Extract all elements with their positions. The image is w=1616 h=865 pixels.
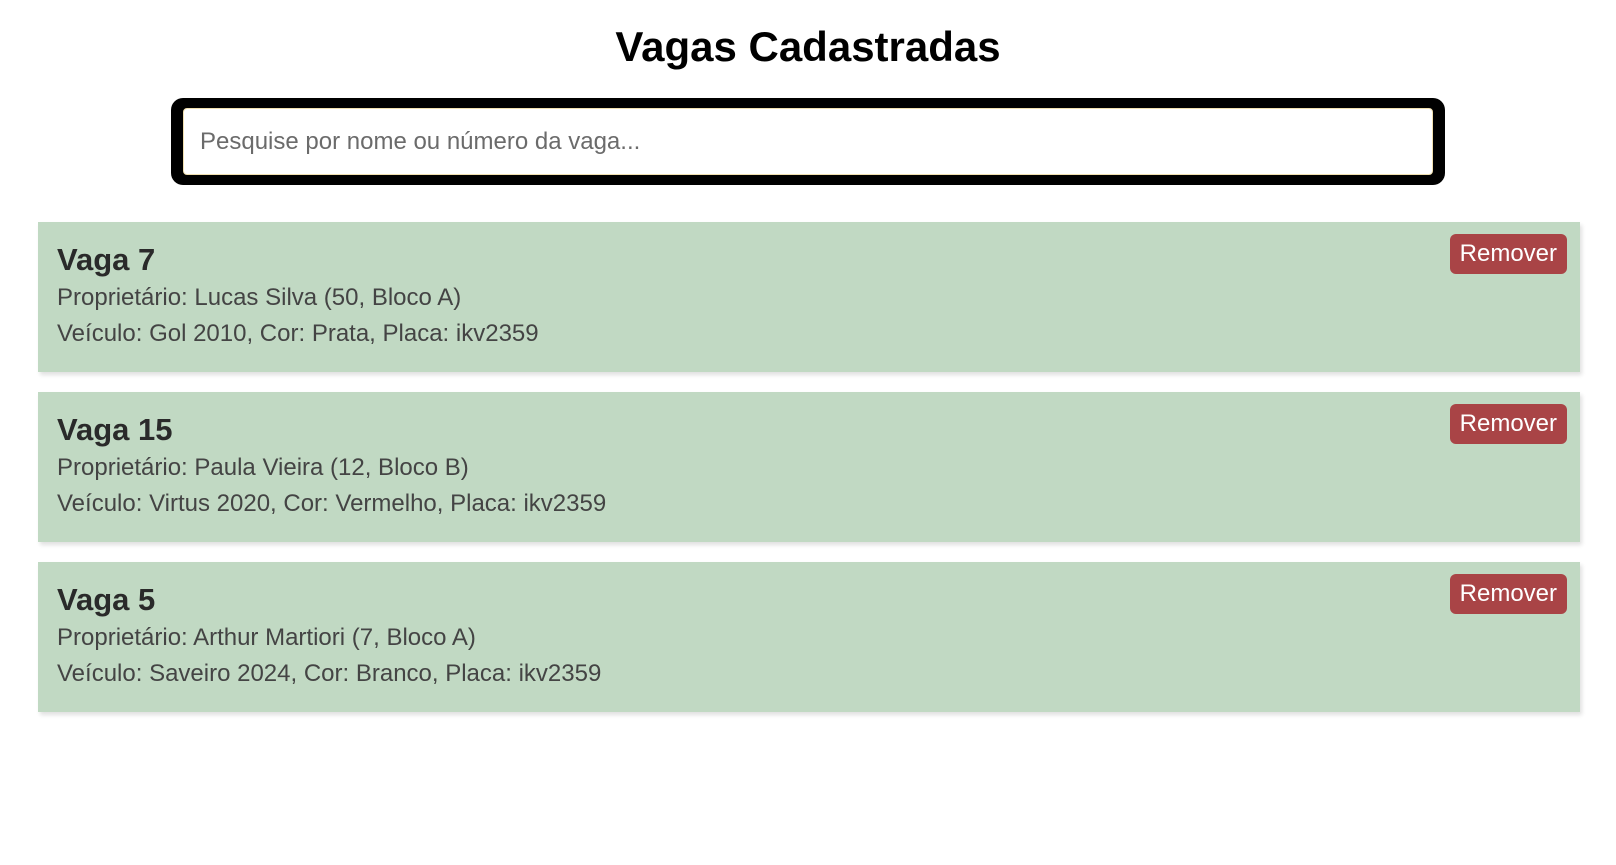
- remove-button[interactable]: Remover: [1449, 404, 1567, 444]
- spot-title: Vaga 5: [57, 582, 156, 617]
- spot-list: Vaga 7 Proprietário: Lucas Silva (50, Bl…: [38, 222, 1580, 732]
- spot-card: Vaga 15 Proprietário: Paula Vieira (12, …: [38, 392, 1580, 542]
- remove-button[interactable]: Remover: [1449, 574, 1567, 614]
- spot-card: Vaga 7 Proprietário: Lucas Silva (50, Bl…: [38, 222, 1580, 372]
- page-title: Vagas Cadastradas: [615, 23, 1001, 70]
- spot-title: Vaga 15: [57, 412, 173, 447]
- page: Vagas Cadastradas Vaga 7 Proprietário: L…: [0, 0, 1616, 865]
- search-input[interactable]: [183, 108, 1433, 175]
- spot-card: Vaga 5 Proprietário: Arthur Martiori (7,…: [38, 562, 1580, 712]
- spot-owner: Proprietário: Lucas Silva (50, Bloco A): [57, 284, 462, 311]
- spot-owner: Proprietário: Arthur Martiori (7, Bloco …: [57, 624, 476, 651]
- spot-title: Vaga 7: [57, 242, 156, 277]
- spot-owner: Proprietário: Paula Vieira (12, Bloco B): [57, 454, 469, 481]
- spot-vehicle: Veículo: Saveiro 2024, Cor: Branco, Plac…: [57, 660, 602, 687]
- search-box: [171, 98, 1445, 185]
- spot-vehicle: Veículo: Gol 2010, Cor: Prata, Placa: ik…: [57, 320, 539, 347]
- remove-button[interactable]: Remover: [1449, 234, 1567, 274]
- spot-vehicle: Veículo: Virtus 2020, Cor: Vermelho, Pla…: [57, 490, 607, 517]
